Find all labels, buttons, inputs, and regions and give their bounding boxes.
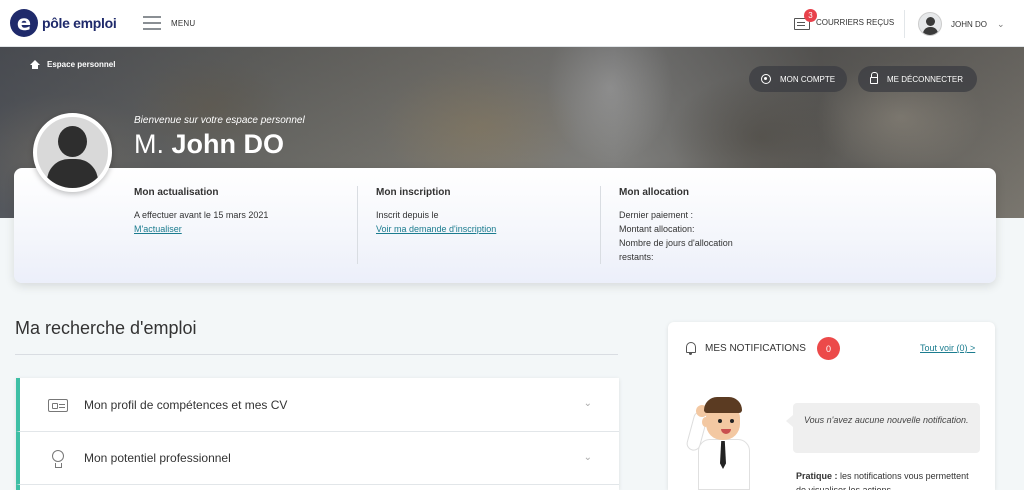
allocation-last-payment: Dernier paiement : bbox=[619, 210, 694, 220]
lock-icon bbox=[870, 72, 878, 84]
notifications-panel: MES NOTIFICATIONS 0 Tout voir (0) > Vous… bbox=[668, 322, 995, 490]
actualisation-link[interactable]: M'actualiser bbox=[134, 222, 268, 236]
my-account-label: MON COMPTE bbox=[780, 74, 836, 84]
user-name-bold: John DO bbox=[171, 129, 285, 159]
profile-avatar[interactable] bbox=[33, 113, 112, 192]
divider bbox=[357, 186, 358, 264]
allocation-amount: Montant allocation: bbox=[619, 224, 695, 234]
allocation-days: Nombre de jours d'allocation bbox=[619, 238, 733, 248]
mail-label: COURRIERS REÇUS bbox=[816, 18, 895, 27]
logo-mark-icon: e bbox=[10, 9, 38, 37]
user-name: JOHN DO bbox=[951, 19, 987, 29]
job-search-accordion: Mon profil de compétences et mes CV ⌄ Mo… bbox=[16, 378, 619, 490]
inscription-title: Mon inscription bbox=[376, 187, 451, 198]
chevron-down-icon: ⌄ bbox=[583, 452, 592, 463]
notifications-count-badge: 0 bbox=[817, 337, 840, 360]
logo-text: pôle emploi bbox=[42, 15, 117, 31]
menu-button[interactable]: MENU bbox=[143, 16, 195, 30]
job-search-title: Ma recherche d'emploi bbox=[15, 318, 197, 338]
welcome-text: Bienvenue sur votre espace personnel bbox=[134, 115, 305, 126]
inscription-link[interactable]: Voir ma demande d'inscription bbox=[376, 222, 496, 236]
accordion-item-label: Mon profil de compétences et mes CV bbox=[84, 397, 288, 412]
notifications-title: MES NOTIFICATIONS bbox=[705, 343, 806, 354]
id-card-icon bbox=[48, 397, 70, 413]
empty-notifications-message: Vous n'avez aucune nouvelle notification… bbox=[786, 403, 980, 453]
lightbulb-icon bbox=[48, 450, 70, 468]
divider bbox=[600, 186, 601, 264]
bell-icon bbox=[686, 342, 696, 355]
summary-card: Mon actualisation A effectuer avant le 1… bbox=[14, 168, 996, 283]
chevron-down-icon: ⌄ bbox=[583, 398, 592, 409]
allocation-section: Mon allocation Dernier paiement : Montan… bbox=[619, 187, 733, 264]
my-account-button[interactable]: MON COMPTE bbox=[749, 66, 848, 92]
chevron-down-icon: ⌄ bbox=[997, 18, 1005, 29]
hamburger-icon bbox=[143, 16, 161, 30]
logout-button[interactable]: ME DÉCONNECTER bbox=[858, 66, 978, 92]
accordion-item-label: Mon potentiel professionnel bbox=[84, 451, 231, 465]
logout-label: ME DÉCONNECTER bbox=[887, 74, 964, 84]
actualisation-title: Mon actualisation bbox=[134, 187, 219, 198]
user-full-name: M. John DO bbox=[134, 129, 284, 160]
notifications-tip: Pratique : les notifications vous permet… bbox=[796, 469, 976, 490]
character-illustration bbox=[685, 395, 778, 490]
inscription-text: Inscrit depuis le bbox=[376, 210, 439, 220]
title-divider bbox=[15, 354, 618, 355]
inscription-section: Mon inscription Inscrit depuis le Voir m… bbox=[376, 187, 496, 236]
accordion-item-potential[interactable]: Mon potentiel professionnel ⌄ bbox=[16, 431, 619, 484]
header-divider bbox=[904, 10, 905, 38]
actualisation-text: A effectuer avant le 15 mars 2021 bbox=[134, 210, 269, 220]
allocation-title: Mon allocation bbox=[619, 187, 689, 198]
menu-label: MENU bbox=[171, 18, 196, 28]
user-avatar-icon bbox=[918, 12, 942, 36]
top-bar: e pôle emploi MENU 3 COURRIERS REÇUS JOH… bbox=[0, 0, 1024, 47]
accordion-item-profile[interactable]: Mon profil de compétences et mes CV ⌄ bbox=[16, 378, 619, 431]
civility: M. bbox=[134, 129, 164, 159]
user-menu[interactable]: JOHN DO ⌄ bbox=[918, 12, 1005, 36]
home-icon bbox=[30, 60, 40, 69]
mail-count-badge: 3 bbox=[804, 9, 817, 22]
actualisation-section: Mon actualisation A effectuer avant le 1… bbox=[134, 187, 268, 236]
pole-emploi-logo[interactable]: e pôle emploi bbox=[10, 9, 117, 37]
breadcrumb-label: Espace personnel bbox=[47, 60, 116, 69]
tip-label: Pratique : bbox=[796, 471, 838, 481]
accordion-item-next[interactable] bbox=[16, 484, 619, 490]
gear-icon bbox=[761, 74, 771, 84]
see-all-link[interactable]: Tout voir (0) > bbox=[920, 343, 975, 353]
mail-button[interactable]: 3 COURRIERS REÇUS bbox=[794, 9, 895, 30]
allocation-remaining: restants: bbox=[619, 252, 654, 262]
breadcrumb[interactable]: Espace personnel bbox=[30, 60, 115, 69]
